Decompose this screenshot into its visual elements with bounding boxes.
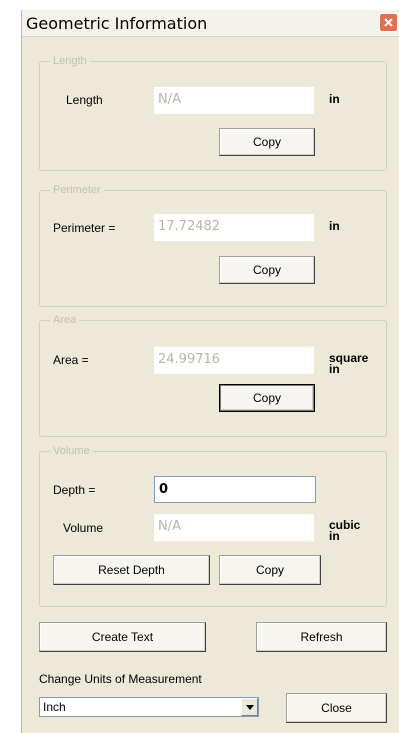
area-copy-button[interactable]: Copy — [219, 384, 315, 412]
volume-unit: cubic in — [329, 519, 360, 543]
title-bar: Geometric Information — [22, 10, 399, 37]
perimeter-label: Perimeter = — [53, 221, 116, 235]
length-unit: in — [329, 92, 340, 106]
perimeter-copy-button[interactable]: Copy — [219, 256, 315, 284]
area-label: Area = — [53, 353, 89, 367]
area-group-legend: Area — [53, 314, 77, 326]
perimeter-group: Perimeter — [39, 184, 387, 307]
volume-unit-line2: in — [329, 529, 340, 543]
volume-value-field: N/A — [154, 514, 314, 541]
reset-depth-button[interactable]: Reset Depth — [53, 555, 210, 585]
dropdown-arrow-icon — [245, 704, 254, 710]
length-copy-button[interactable]: Copy — [219, 128, 315, 156]
volume-group-legend: Volume — [53, 445, 90, 457]
create-text-button[interactable]: Create Text — [39, 622, 206, 652]
close-button[interactable]: Close — [286, 693, 387, 723]
refresh-button[interactable]: Refresh — [256, 622, 387, 652]
close-icon — [384, 18, 393, 27]
depth-input[interactable]: 0 — [154, 476, 316, 503]
area-unit: square in — [329, 352, 368, 376]
units-selected-value: Inch — [43, 700, 66, 714]
length-label: Length — [66, 93, 103, 107]
volume-label: Volume — [63, 521, 104, 535]
geometric-information-window: Geometric Information Length Length N/A … — [21, 10, 399, 733]
units-label: Change Units of Measurement — [39, 672, 202, 686]
window-title: Geometric Information — [26, 14, 208, 33]
area-unit-line2: in — [329, 362, 340, 376]
length-group-legend: Length — [53, 55, 87, 67]
perimeter-value-field: 17.72482 — [154, 214, 314, 241]
units-dropdown-button[interactable] — [241, 698, 258, 716]
perimeter-group-legend: Perimeter — [53, 184, 101, 196]
volume-copy-button[interactable]: Copy — [219, 555, 321, 585]
perimeter-unit: in — [329, 219, 340, 233]
length-value-field: N/A — [154, 87, 314, 114]
depth-label: Depth = — [53, 483, 96, 497]
window-close-button[interactable] — [379, 13, 398, 32]
units-select[interactable]: Inch — [39, 697, 259, 717]
area-value-field: 24.99716 — [154, 347, 314, 374]
